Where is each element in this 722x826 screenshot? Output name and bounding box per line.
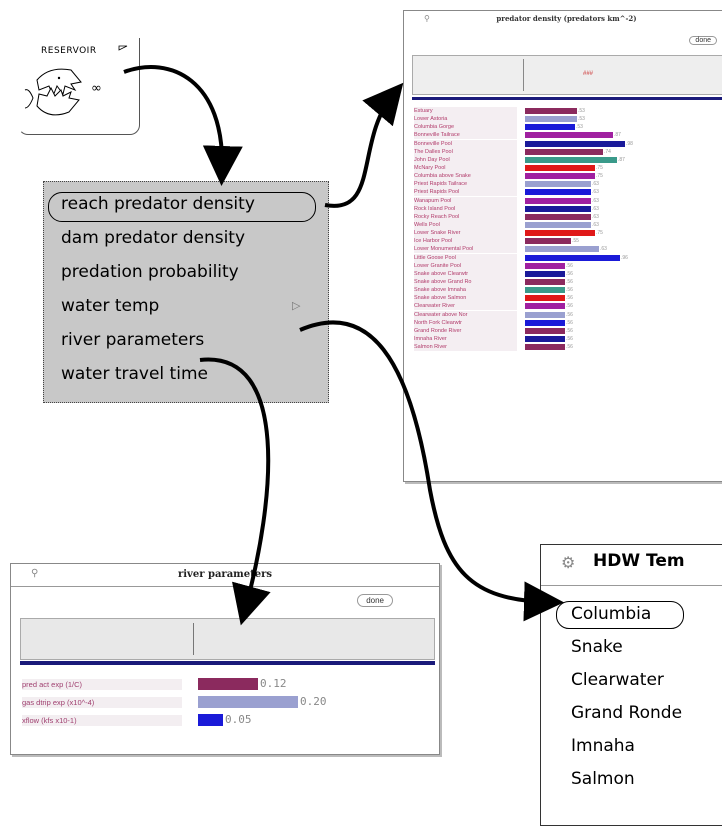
arrow-reservoir-to-menu bbox=[123, 65, 243, 186]
arrow-menu-to-hdw-window bbox=[299, 320, 564, 622]
flow-arrows bbox=[123, 65, 564, 626]
arrow-menu-to-predator-window bbox=[324, 82, 404, 208]
arrow-menu-to-river-window bbox=[199, 357, 271, 626]
